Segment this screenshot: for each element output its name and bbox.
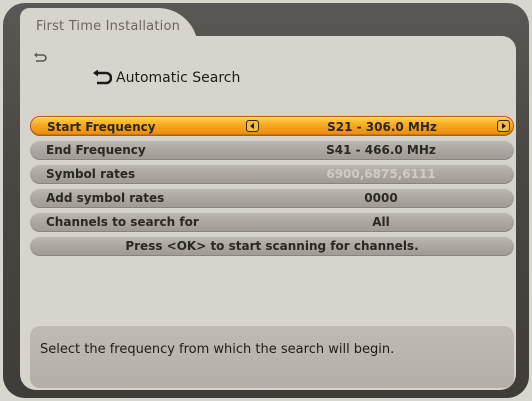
- symbol-rates-row[interactable]: Symbol rates 6900,6875,6111: [30, 164, 514, 184]
- end-frequency-label: End Frequency: [46, 143, 146, 157]
- help-box: Select the frequency from which the sear…: [30, 326, 514, 388]
- start-frequency-row[interactable]: Start Frequency S21 - 306.0 MHz: [30, 116, 514, 136]
- symbol-rates-label: Symbol rates: [46, 167, 136, 181]
- start-frequency-label: Start Frequency: [47, 120, 156, 134]
- start-scan-button[interactable]: Press <OK> to start scanning for channel…: [30, 236, 514, 256]
- arrow-right-icon[interactable]: [497, 120, 510, 132]
- channels-to-search-label: Channels to search for: [46, 215, 199, 229]
- window-title: First Time Installation: [36, 19, 181, 34]
- start-scan-label: Press <OK> to start scanning for channel…: [125, 239, 419, 253]
- add-symbol-rates-label: Add symbol rates: [46, 191, 165, 205]
- section-arrow-icon: [92, 69, 113, 86]
- section-title: Automatic Search: [116, 70, 241, 86]
- channels-to-search-row[interactable]: Channels to search for All: [30, 212, 514, 232]
- add-symbol-rates-row[interactable]: Add symbol rates 0000: [30, 188, 514, 208]
- back-arrow-icon[interactable]: [33, 49, 47, 62]
- add-symbol-rates-value: 0000: [364, 191, 398, 205]
- settings-list: Start Frequency S21 - 306.0 MHz End Freq…: [30, 116, 514, 260]
- start-frequency-value: S21 - 306.0 MHz: [327, 120, 437, 134]
- end-frequency-row[interactable]: End Frequency S41 - 466.0 MHz: [30, 140, 514, 160]
- symbol-rates-value: 6900,6875,6111: [326, 167, 436, 181]
- end-frequency-value: S41 - 466.0 MHz: [326, 143, 436, 157]
- channels-to-search-value: All: [372, 215, 390, 229]
- help-text: Select the frequency from which the sear…: [40, 342, 395, 357]
